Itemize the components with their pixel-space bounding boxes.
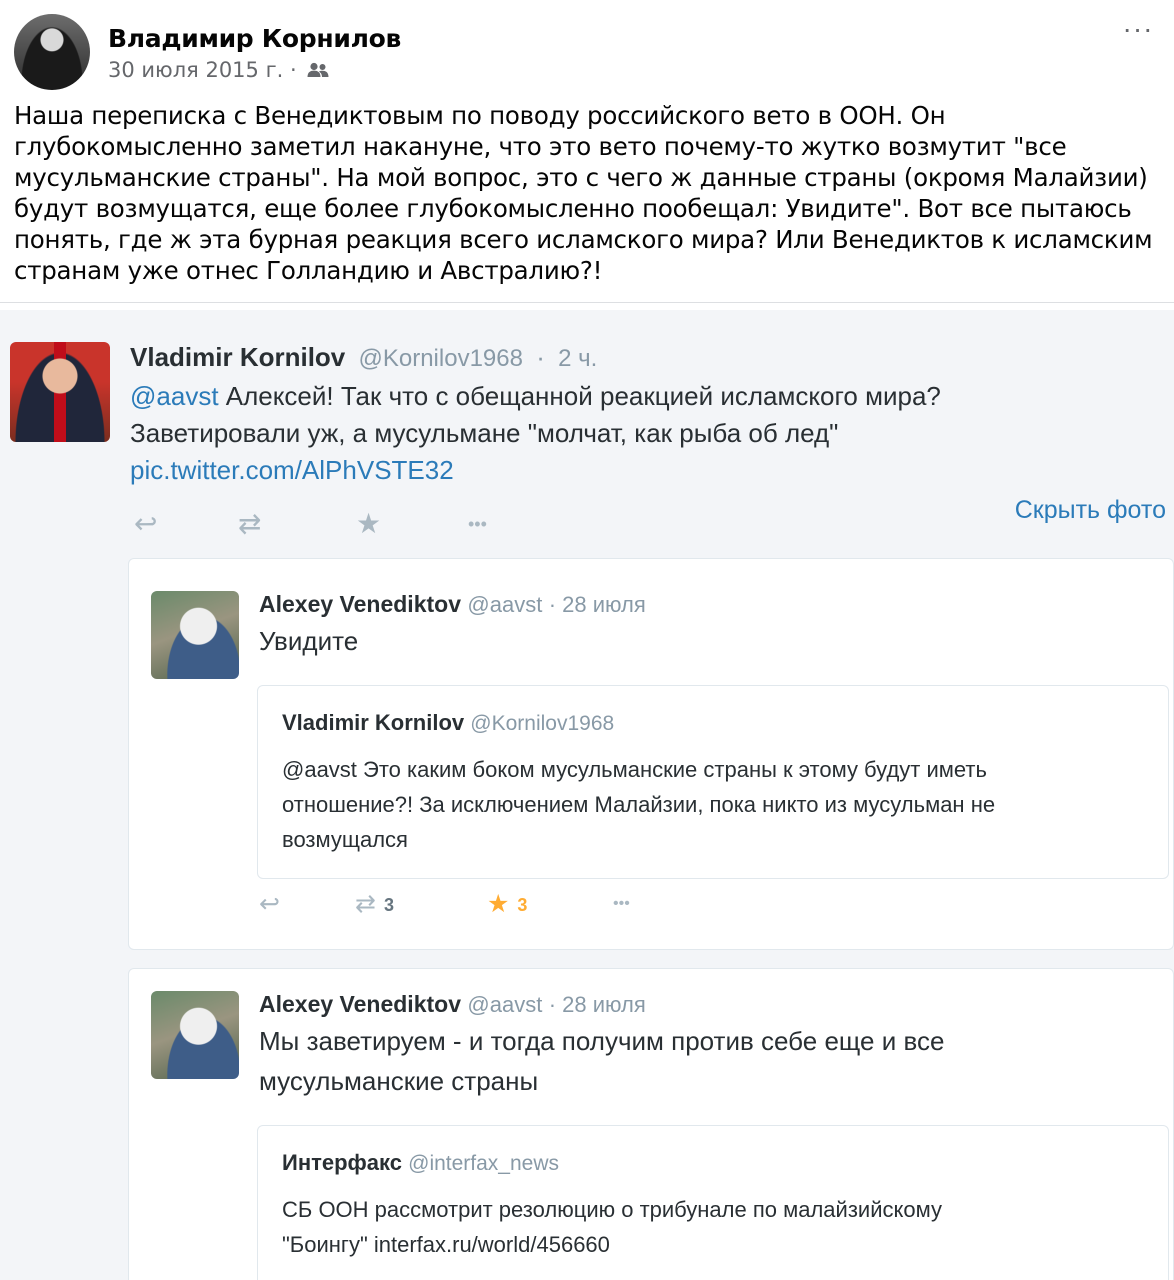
more-options-icon[interactable]: ··· bbox=[1116, 14, 1160, 44]
reply-author-handle: @aavst bbox=[467, 992, 543, 1017]
tweet-author-name: Vladimir Kornilov bbox=[130, 342, 346, 372]
reply-avatar bbox=[151, 991, 239, 1079]
reply-time: 28 июля bbox=[562, 992, 646, 1017]
author-name[interactable]: Владимир Корнилов bbox=[108, 24, 401, 53]
tweet-author-handle: @Kornilov1968 bbox=[358, 345, 523, 372]
quote-text: @aavst Это каким боком мусульманские стр… bbox=[282, 752, 995, 857]
tweet-link: pic.twitter.com/AlPhVSTE32 bbox=[130, 455, 454, 485]
divider bbox=[0, 302, 1174, 303]
reply-icon: ↩ bbox=[259, 890, 280, 918]
tweet-text-line: Алексей! Так что с обещанной реакцией ис… bbox=[218, 381, 941, 411]
reply-author-name: Alexey Venediktov bbox=[259, 991, 461, 1017]
more-icon: ••• bbox=[613, 895, 630, 912]
reply-tweet-card: Alexey Venediktov @aavst · 28 июля Увиди… bbox=[128, 558, 1174, 950]
favorite-icon: ★ 3 bbox=[487, 889, 527, 920]
quote-text: СБ ООН рассмотрит резолюцию о трибунале … bbox=[282, 1192, 942, 1262]
retweet-icon: ⇄ bbox=[238, 508, 262, 539]
author-avatar[interactable] bbox=[14, 14, 90, 90]
reply-author-name: Alexey Venediktov bbox=[259, 591, 461, 617]
quote-text-line: "Боингу" interfax.ru/world/456660 bbox=[282, 1232, 610, 1257]
reply-author-handle: @aavst bbox=[467, 592, 543, 617]
quote-author-name: Интерфакс bbox=[282, 1150, 402, 1175]
retweet-count: 3 bbox=[383, 895, 394, 916]
meta-separator: · bbox=[289, 58, 297, 82]
reply-icon: ↩ bbox=[134, 508, 158, 539]
post-text-line: Наша переписка с Венедиктовым по поводу … bbox=[14, 101, 946, 130]
post-header: Владимир Корнилов 30 июля 2015 г. · ··· bbox=[14, 14, 1160, 94]
post-date[interactable]: 30 июля 2015 г. bbox=[108, 58, 283, 82]
retweet-icon: ⇄ 3 bbox=[355, 889, 394, 920]
tweet-mention: @aavst bbox=[130, 381, 219, 411]
hide-photo-link: Скрыть фото bbox=[1014, 496, 1166, 524]
post-meta: 30 июля 2015 г. · bbox=[108, 58, 329, 83]
favorite-glyph: ★ bbox=[487, 890, 510, 918]
quote-author-handle: @interfax_news bbox=[408, 1152, 560, 1175]
more-icon: ••• bbox=[468, 514, 487, 534]
post-text-line: мусульманские страны". На мой вопрос, эт… bbox=[14, 163, 1148, 192]
favorite-count: 3 bbox=[517, 895, 528, 916]
tweet-avatar bbox=[10, 342, 110, 442]
post-text: Наша переписка с Венедиктовым по поводу … bbox=[14, 100, 1164, 286]
people-icon[interactable] bbox=[307, 59, 329, 83]
quote-text-line: отношение?! За исключением Малайзии, пок… bbox=[282, 792, 996, 817]
reply-tweet-card: Alexey Venediktov @aavst · 28 июля Мы за… bbox=[128, 968, 1174, 1280]
post-text-line: понять, где ж эта бурная реакция всего и… bbox=[14, 225, 1153, 254]
tweet-separator: · bbox=[536, 342, 545, 372]
tweet-text-line: Заветировали уж, а мусульмане "молчат, к… bbox=[130, 418, 839, 448]
tweet-time: 2 ч. bbox=[558, 345, 598, 372]
reply-header: Alexey Venediktov @aavst · 28 июля bbox=[259, 991, 646, 1017]
reply-avatar bbox=[151, 591, 239, 679]
quoted-tweet: Интерфакс @interfax_news СБ ООН рассмотр… bbox=[257, 1125, 1169, 1280]
tweet-header: Vladimir Kornilov @Kornilov1968 · 2 ч. bbox=[130, 342, 597, 373]
post-text-line: будут возмущатся, еще более глубокомысле… bbox=[14, 194, 1132, 223]
reply-time: 28 июля bbox=[562, 592, 646, 617]
reply-text: Мы заветируем - и тогда получим против с… bbox=[259, 1021, 944, 1101]
quote-text-line: возмущался bbox=[282, 827, 408, 852]
reply-text-line: мусульманские страны bbox=[259, 1066, 539, 1096]
quote-text-line: @aavst Это каким боком мусульманские стр… bbox=[282, 757, 987, 782]
favorite-icon: ★ bbox=[356, 508, 382, 539]
quote-author-handle: @Kornilov1968 bbox=[470, 712, 615, 735]
quoted-tweet: Vladimir Kornilov @Kornilov1968 @aavst Э… bbox=[257, 685, 1169, 879]
quote-author-name: Vladimir Kornilov bbox=[282, 710, 465, 735]
quote-header: Интерфакс @interfax_news bbox=[282, 1150, 559, 1176]
post-text-line: странам уже отнес Голландию и Австралию?… bbox=[14, 256, 603, 285]
reply-header: Alexey Venediktov @aavst · 28 июля bbox=[259, 591, 646, 617]
post-text-line: глубокомысленно заметил накануне, что эт… bbox=[14, 132, 1067, 161]
reply-text: Увидите bbox=[259, 621, 358, 661]
quote-header: Vladimir Kornilov @Kornilov1968 bbox=[282, 710, 614, 736]
quote-text-line: СБ ООН рассмотрит резолюцию о трибунале … bbox=[282, 1197, 942, 1222]
tweet-text: @aavst Алексей! Так что с обещанной реак… bbox=[130, 378, 1150, 489]
retweet-glyph: ⇄ bbox=[355, 890, 376, 918]
post-image[interactable]: Vladimir Kornilov @Kornilov1968 · 2 ч. @… bbox=[0, 310, 1174, 1280]
reply-text-line: Мы заветируем - и тогда получим против с… bbox=[259, 1026, 945, 1056]
reply-text-line: Увидите bbox=[259, 626, 359, 656]
